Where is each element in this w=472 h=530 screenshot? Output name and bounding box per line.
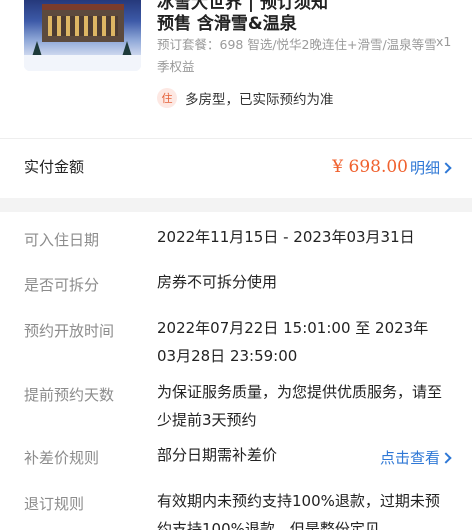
detail-value: 2022年07月22日 15:01:00 至 2023年03月28日 23:59… — [157, 319, 429, 365]
detail-value: 房券不可拆分使用 — [157, 273, 278, 291]
payment-detail-link[interactable]: 明细 — [409, 157, 452, 178]
chevron-right-icon — [440, 451, 452, 464]
surcharge-view-label: 点击查看 — [379, 449, 440, 467]
detail-value: 为保证服务质量，为您提供优质服务，请至少提前3天预约 — [157, 383, 443, 429]
detail-value: 有效期内未预约支持100%退款，过期未预约支持100%退款，但是整份定见 — [157, 492, 440, 530]
detail-key: 预约开放时间 — [24, 322, 115, 340]
snow-illustration — [24, 55, 141, 71]
payment-detail-label: 明细 — [409, 159, 440, 177]
section-gap — [0, 198, 472, 212]
detail-value: 2022年11月15日 - 2023年03月31日 — [157, 228, 415, 246]
chevron-right-icon — [440, 161, 452, 174]
payment-row: 实付金额 ¥ 698.00 明细 — [0, 139, 472, 198]
product-title: 预售 含滑雪&温泉 — [157, 14, 297, 34]
stay-badge-icon: 住 — [157, 88, 177, 108]
detail-key: 补差价规则 — [24, 449, 100, 467]
surcharge-view-link[interactable]: 点击查看 — [379, 447, 452, 468]
package-description: 预订套餐：698 智选/悦华2晚连住+滑雪/温泉等雪季权益 — [157, 37, 437, 74]
detail-key: 可入住日期 — [24, 231, 100, 249]
hotel-thumbnail[interactable] — [24, 0, 141, 71]
payment-label: 实付金额 — [24, 158, 85, 176]
quantity-label: x1 — [436, 34, 452, 49]
detail-key: 提前预约天数 — [24, 386, 115, 404]
room-type-tag: 住 多房型，已实际预约为准 — [157, 88, 334, 108]
room-type-text: 多房型，已实际预约为准 — [185, 92, 334, 108]
payment-amount: ¥ 698.00 — [332, 157, 408, 177]
detail-key: 退订规则 — [24, 495, 85, 513]
hotel-building-illustration — [42, 4, 124, 42]
detail-key: 是否可拆分 — [24, 276, 100, 294]
product-card: 冰雪大世界 | 预订须知 预售 含滑雪&温泉 预订套餐：698 智选/悦华2晚连… — [0, 0, 472, 138]
